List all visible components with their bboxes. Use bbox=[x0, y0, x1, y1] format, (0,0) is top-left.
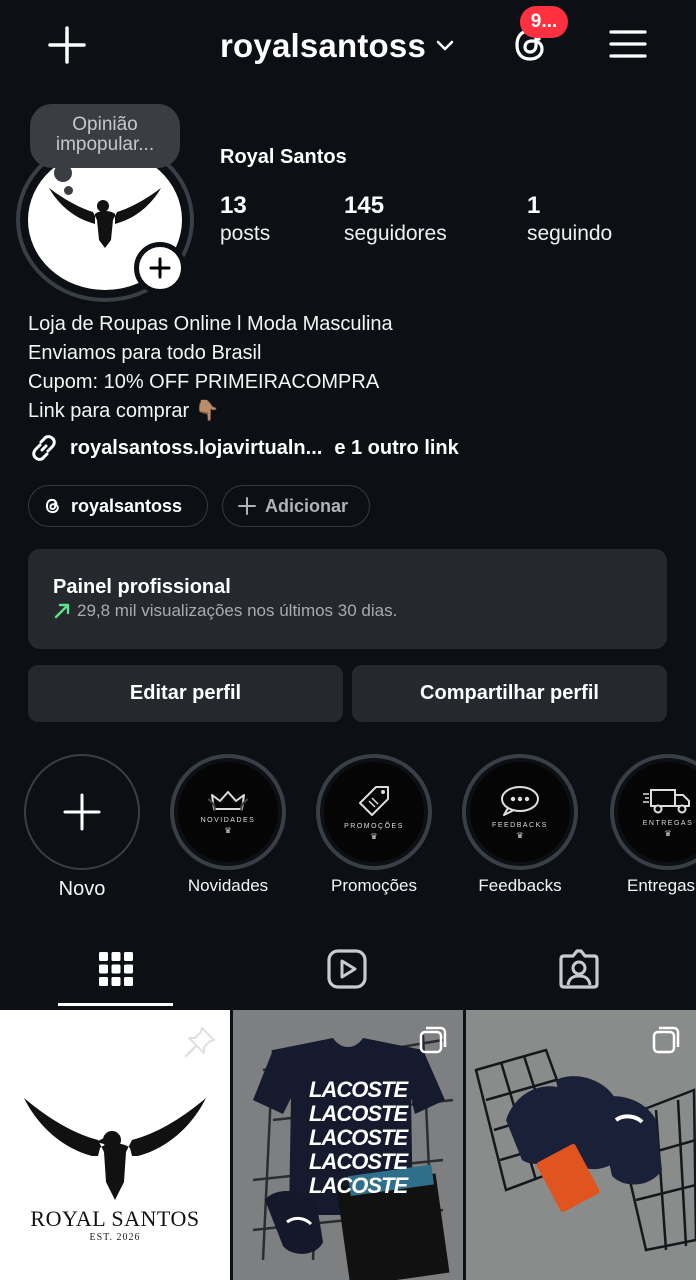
stat-following-count: 1 bbox=[527, 192, 541, 219]
profile-full-name: Royal Santos bbox=[220, 146, 347, 168]
create-plus-icon[interactable] bbox=[46, 24, 88, 66]
bio-line: Link para comprar 👇🏽 bbox=[28, 400, 220, 422]
highlight-ring: FEEDBACKS ♛ bbox=[462, 754, 578, 870]
share-profile-button[interactable]: Compartilhar perfil bbox=[352, 665, 667, 722]
small-crown-icon: ♛ bbox=[224, 826, 232, 835]
stat-followers[interactable]: 145 seguidores bbox=[344, 192, 447, 248]
plus-icon bbox=[238, 497, 256, 515]
threads-icon bbox=[45, 498, 59, 514]
dashboard-title: Painel profissional bbox=[53, 576, 231, 598]
trend-up-arrow-icon bbox=[54, 603, 70, 619]
link-icon bbox=[32, 435, 56, 461]
carousel-multi-icon bbox=[652, 1026, 680, 1054]
delivery-truck-icon bbox=[643, 789, 690, 814]
plus-icon bbox=[63, 793, 101, 831]
add-story-button[interactable] bbox=[134, 242, 186, 294]
post-thumbnail[interactable]: ROYAL SANTOS EST. 2026 bbox=[0, 1010, 230, 1280]
highlight-cover-caption: ENTREGAS bbox=[642, 820, 694, 827]
top-bar: royalsantoss 9... bbox=[0, 0, 696, 92]
post-thumbnail[interactable] bbox=[466, 1010, 696, 1280]
crown-icon bbox=[208, 791, 248, 812]
highlight-ring: ENTREGAS ♛ bbox=[610, 754, 696, 870]
highlight-cover-caption: NOVIDADES bbox=[200, 817, 256, 824]
stat-posts[interactable]: 13 posts bbox=[220, 192, 270, 248]
stat-followers-count: 145 bbox=[344, 192, 385, 219]
note-bubble-tail bbox=[54, 164, 72, 182]
post-brand-name: ROYAL SANTOS bbox=[30, 1206, 200, 1231]
active-tab-indicator bbox=[58, 1003, 173, 1006]
shirt-print-line: LACOSTE bbox=[309, 1125, 408, 1150]
note-bubble-tail-dot bbox=[64, 186, 73, 195]
highlight-promocoes[interactable]: PROMOÇÕES ♛ Promoções bbox=[316, 754, 432, 896]
highlight-label: Entregas bbox=[627, 876, 696, 895]
highlight-ring: NOVIDADES ♛ bbox=[170, 754, 286, 870]
stat-followers-label: seguidores bbox=[344, 222, 447, 245]
threads-chip-label: royalsantoss bbox=[71, 495, 183, 516]
stat-posts-count: 13 bbox=[220, 192, 247, 219]
highlight-cover-caption: PROMOÇÕES bbox=[344, 823, 404, 830]
notification-badge[interactable]: 9... bbox=[520, 6, 568, 38]
shirt-print-line: LACOSTE bbox=[309, 1173, 408, 1198]
highlight-new-circle bbox=[24, 754, 140, 870]
highlight-label: Novo bbox=[58, 878, 106, 900]
grid-icon[interactable] bbox=[93, 946, 139, 992]
highlight-cover: ENTREGAS ♛ bbox=[618, 762, 696, 862]
highlight-novidades[interactable]: NOVIDADES ♛ Novidades bbox=[170, 754, 286, 896]
stat-following-label: seguindo bbox=[527, 222, 613, 245]
stat-following[interactable]: 1 seguindo bbox=[527, 192, 612, 248]
highlight-feedbacks[interactable]: FEEDBACKS ♛ Feedbacks bbox=[462, 754, 578, 896]
threads-profile-chip[interactable]: royalsantoss bbox=[28, 485, 208, 527]
bio-link[interactable]: royalsantoss.lojavirtualn... e 1 outro l… bbox=[28, 432, 459, 464]
chat-bubbles-icon bbox=[501, 786, 539, 816]
highlight-cover: NOVIDADES ♛ bbox=[178, 762, 278, 862]
small-crown-icon: ♛ bbox=[370, 832, 378, 841]
carousel-multi-icon bbox=[419, 1026, 447, 1054]
stat-posts-label: posts bbox=[220, 222, 271, 245]
bio-line: Loja de Roupas Online l Moda Masculina bbox=[28, 313, 393, 335]
pin-icon bbox=[184, 1027, 215, 1058]
shirt-print-line: LACOSTE bbox=[309, 1077, 408, 1102]
eagle-logo-icon bbox=[24, 1098, 206, 1200]
username: royalsantoss bbox=[220, 27, 426, 64]
tagged-person-icon[interactable] bbox=[556, 946, 602, 992]
menu-icon[interactable] bbox=[608, 26, 648, 62]
add-chip[interactable]: Adicionar bbox=[222, 485, 370, 527]
highlight-cover-caption: FEEDBACKS bbox=[492, 822, 548, 829]
bio: Loja de Roupas Online l Moda Masculina E… bbox=[28, 310, 393, 426]
bio-link-extra[interactable]: e 1 outro link bbox=[334, 437, 458, 460]
add-chip-label: Adicionar bbox=[265, 495, 349, 516]
post-brand-est: EST. 2026 bbox=[89, 1232, 141, 1243]
highlight-label: Feedbacks bbox=[478, 876, 562, 895]
bio-link-text[interactable]: royalsantoss.lojavirtualn... bbox=[70, 437, 322, 460]
account-switcher[interactable]: royalsantoss bbox=[220, 26, 454, 66]
highlight-label: Novidades bbox=[187, 876, 269, 895]
small-crown-icon: ♛ bbox=[664, 829, 672, 838]
edit-profile-button[interactable]: Editar perfil bbox=[28, 665, 343, 722]
professional-dashboard[interactable]: Painel profissional 29,8 mil visualizaçõ… bbox=[28, 549, 667, 649]
shirt-print-line: LACOSTE bbox=[309, 1149, 408, 1174]
bio-line: Enviamos para todo Brasil bbox=[28, 342, 262, 364]
highlight-new[interactable]: Novo bbox=[24, 754, 140, 901]
highlight-label: Promoções bbox=[331, 876, 417, 895]
highlight-cover: FEEDBACKS ♛ bbox=[470, 762, 570, 862]
plus-icon bbox=[149, 257, 171, 279]
dashboard-subtitle: 29,8 mil visualizações nos últimos 30 di… bbox=[77, 601, 398, 620]
small-crown-icon: ♛ bbox=[516, 831, 524, 840]
price-tag-icon bbox=[359, 786, 389, 816]
highlight-entregas[interactable]: ENTREGAS ♛ Entregas bbox=[610, 754, 696, 896]
highlight-ring: PROMOÇÕES ♛ bbox=[316, 754, 432, 870]
note-bubble[interactable]: Opinião impopular... bbox=[30, 104, 180, 168]
chevron-down-icon bbox=[436, 40, 454, 51]
highlight-cover: PROMOÇÕES ♛ bbox=[324, 762, 424, 862]
reels-icon[interactable] bbox=[324, 946, 370, 992]
dashboard-subtitle-row: 29,8 mil visualizações nos últimos 30 di… bbox=[53, 601, 397, 621]
bio-line: Cupom: 10% OFF PRIMEIRACOMPRA bbox=[28, 371, 380, 393]
shirt-print-line: LACOSTE bbox=[309, 1101, 408, 1126]
post-thumbnail[interactable]: LACOSTE LACOSTE LACOSTE LACOSTE LACOSTE bbox=[233, 1010, 463, 1280]
